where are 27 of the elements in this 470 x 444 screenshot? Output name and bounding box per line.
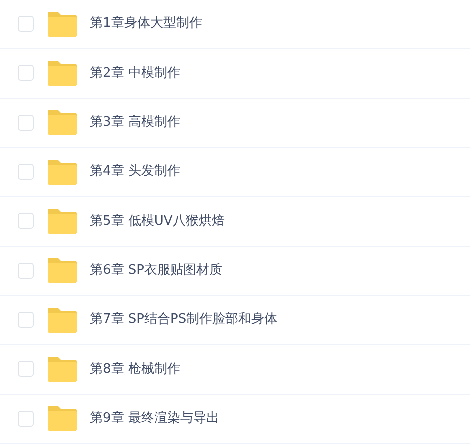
folder-name[interactable]: 第8章 枪械制作	[90, 360, 180, 380]
folder-name[interactable]: 第4章 头发制作	[90, 162, 180, 182]
folder-name[interactable]: 第9章 最终渲染与导出	[90, 409, 220, 429]
folder-name[interactable]: 第7章 SP结合PS制作脸部和身体	[90, 310, 278, 330]
checkbox[interactable]	[18, 361, 34, 378]
folder-icon	[48, 356, 77, 382]
folder-name[interactable]: 第5章 低模UV八猴烘焙	[90, 212, 225, 232]
folder-name[interactable]: 第3章 高模制作	[90, 113, 180, 133]
folder-name[interactable]: 第6章 SP衣服贴图材质	[90, 261, 222, 281]
folder-icon	[48, 208, 77, 234]
checkbox[interactable]	[18, 65, 34, 82]
folder-name[interactable]: 第1章身体大型制作	[90, 14, 202, 34]
checkbox[interactable]	[18, 410, 34, 427]
checkbox[interactable]	[18, 114, 34, 131]
checkbox[interactable]	[18, 164, 34, 180]
folder-icon	[48, 258, 77, 284]
folder-icon	[48, 406, 77, 432]
checkbox[interactable]	[18, 16, 34, 32]
folder-name[interactable]: 第2章 中模制作	[90, 64, 180, 84]
folder-icon	[48, 308, 77, 333]
folder-icon	[48, 160, 77, 185]
checkbox[interactable]	[18, 312, 34, 328]
folder-icon	[48, 110, 77, 136]
checkbox[interactable]	[18, 262, 34, 279]
checkbox[interactable]	[18, 213, 34, 230]
folder-icon	[48, 12, 77, 37]
folder-icon	[48, 60, 77, 86]
